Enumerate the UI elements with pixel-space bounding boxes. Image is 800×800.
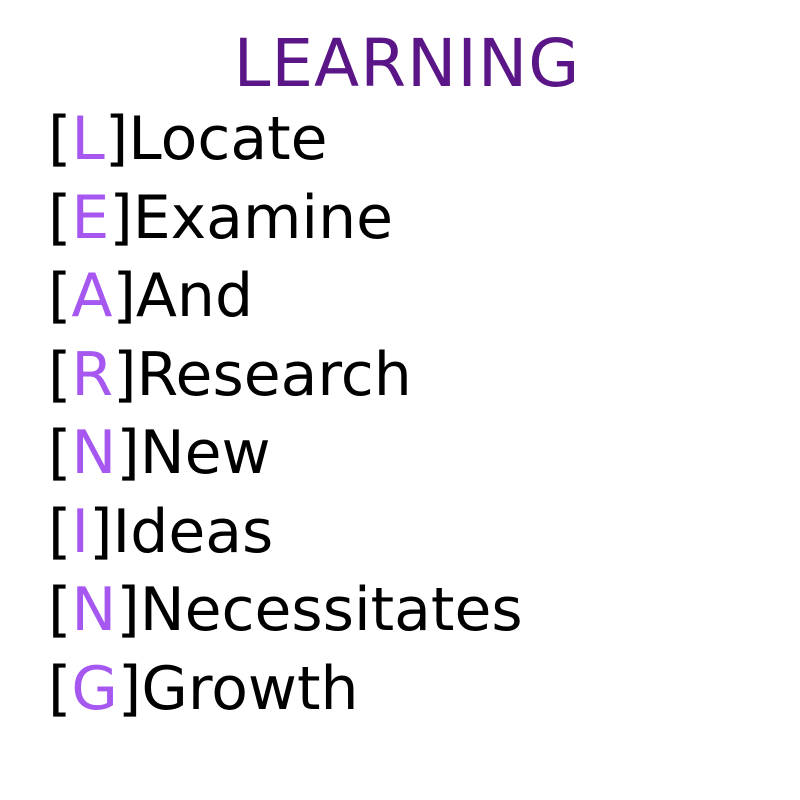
open-bracket: [ bbox=[48, 496, 72, 567]
acrostic-row: [L]Locate bbox=[48, 100, 788, 179]
acrostic-word: Growth bbox=[141, 653, 359, 724]
close-bracket: ] bbox=[112, 261, 136, 331]
acrostic-letter: G bbox=[71, 653, 118, 724]
open-bracket: [ bbox=[48, 418, 72, 488]
acrostic-row: [N]New bbox=[48, 414, 788, 493]
close-bracket: ] bbox=[104, 104, 129, 174]
acrostic-letter: N bbox=[71, 575, 117, 645]
acrostic-row: [E]Examine bbox=[48, 179, 788, 258]
acrostic-row: [G]Growth bbox=[48, 650, 788, 729]
close-bracket: ] bbox=[116, 575, 140, 645]
acrostic-list: [L]Locate [E]Examine [A]And [R]Research … bbox=[48, 100, 788, 728]
acrostic-row: [I]Ideas bbox=[48, 493, 788, 572]
acrostic-word: Ideas bbox=[112, 496, 274, 567]
close-bracket: ] bbox=[109, 182, 133, 253]
close-bracket: ] bbox=[113, 339, 137, 410]
close-bracket: ] bbox=[116, 418, 140, 488]
acrostic-row: [R]Research bbox=[48, 336, 788, 415]
acrostic-row: [A]And bbox=[48, 257, 788, 336]
acrostic-letter: A bbox=[71, 261, 113, 331]
acrostic-letter: E bbox=[71, 182, 110, 253]
open-bracket: [ bbox=[48, 182, 72, 253]
acrostic-letter: R bbox=[71, 339, 114, 410]
acrostic-letter: L bbox=[71, 104, 105, 174]
acrostic-word: Examine bbox=[132, 182, 394, 253]
acrostic-word: And bbox=[135, 261, 254, 331]
acrostic-word: Necessitates bbox=[139, 575, 523, 645]
open-bracket: [ bbox=[48, 261, 72, 331]
acrostic-word: New bbox=[139, 418, 271, 488]
acrostic-word: Locate bbox=[128, 104, 328, 174]
acrostic-word: Research bbox=[136, 339, 412, 410]
acrostic-letter: N bbox=[71, 418, 117, 488]
close-bracket: ] bbox=[89, 496, 113, 567]
open-bracket: [ bbox=[48, 104, 72, 174]
acrostic-row: [N]Necessitates bbox=[48, 571, 788, 650]
open-bracket: [ bbox=[48, 575, 72, 645]
open-bracket: [ bbox=[48, 653, 72, 724]
open-bracket: [ bbox=[48, 339, 72, 410]
acrostic-title: LEARNING bbox=[233, 25, 581, 102]
acrostic-letter: I bbox=[71, 496, 90, 567]
close-bracket: ] bbox=[117, 653, 142, 724]
